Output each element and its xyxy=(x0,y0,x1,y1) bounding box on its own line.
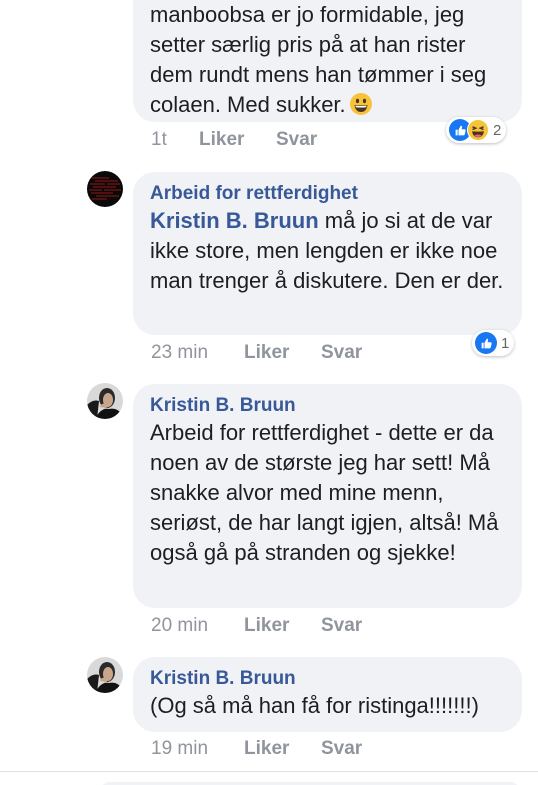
reply-button[interactable]: Svar xyxy=(321,614,362,638)
reaction-count: 2 xyxy=(493,121,502,139)
comment-meta: 1t Liker Svar xyxy=(151,128,451,152)
comment-author[interactable]: Kristin B. Bruun xyxy=(150,666,506,691)
comment-text: Kristin B. Bruun må jo si at de var ikke… xyxy=(150,208,504,293)
divider xyxy=(0,771,538,772)
comment-author[interactable]: Kristin B. Bruun xyxy=(150,393,506,418)
avatar[interactable] xyxy=(87,383,123,419)
comment-bubble: manboobsa er jo formidable, jeg setter s… xyxy=(133,0,522,122)
comment-text: Arbeid for rettferdighet - dette er da n… xyxy=(150,420,499,565)
comment-meta: 23 min Liker Svar xyxy=(151,341,451,365)
comment-timestamp[interactable]: 1t xyxy=(151,128,167,152)
comment-bubble: Arbeid for rettferdighet Kristin B. Bruu… xyxy=(133,172,522,335)
comment-meta: 19 min Liker Svar xyxy=(151,737,451,761)
avatar[interactable] xyxy=(87,657,123,693)
reaction-summary[interactable]: 2 xyxy=(446,117,507,143)
comment-timestamp[interactable]: 23 min xyxy=(151,341,208,365)
like-button[interactable]: Liker xyxy=(244,614,289,638)
reply-button[interactable]: Svar xyxy=(321,341,362,365)
like-button[interactable]: Liker xyxy=(199,128,244,152)
like-button[interactable]: Liker xyxy=(244,341,289,365)
like-button[interactable]: Liker xyxy=(244,737,289,761)
comment-timestamp[interactable]: 20 min xyxy=(151,614,208,638)
comment-bubble: Kristin B. Bruun (Og så må han få for ri… xyxy=(133,657,522,732)
comment-timestamp[interactable]: 19 min xyxy=(151,737,208,761)
comment-bubble: Kristin B. Bruun Arbeid for rettferdighe… xyxy=(133,384,522,608)
avatar[interactable] xyxy=(87,171,123,207)
comment-meta: 20 min Liker Svar xyxy=(151,614,451,638)
reply-button[interactable]: Svar xyxy=(276,128,317,152)
grinning-emoji-icon xyxy=(349,92,373,116)
mention-link[interactable]: Kristin B. Bruun xyxy=(150,208,319,233)
reaction-count: 1 xyxy=(501,334,510,352)
comment-author[interactable]: Arbeid for rettferdighet xyxy=(150,181,506,206)
haha-reaction-icon xyxy=(467,119,489,141)
reply-button[interactable]: Svar xyxy=(321,737,362,761)
reaction-summary[interactable]: 1 xyxy=(472,330,515,356)
comment-text: (Og så må han få for ristinga!!!!!!!) xyxy=(150,693,479,718)
like-reaction-icon xyxy=(475,332,497,354)
comment-text: manboobsa er jo formidable, jeg setter s… xyxy=(150,2,487,117)
